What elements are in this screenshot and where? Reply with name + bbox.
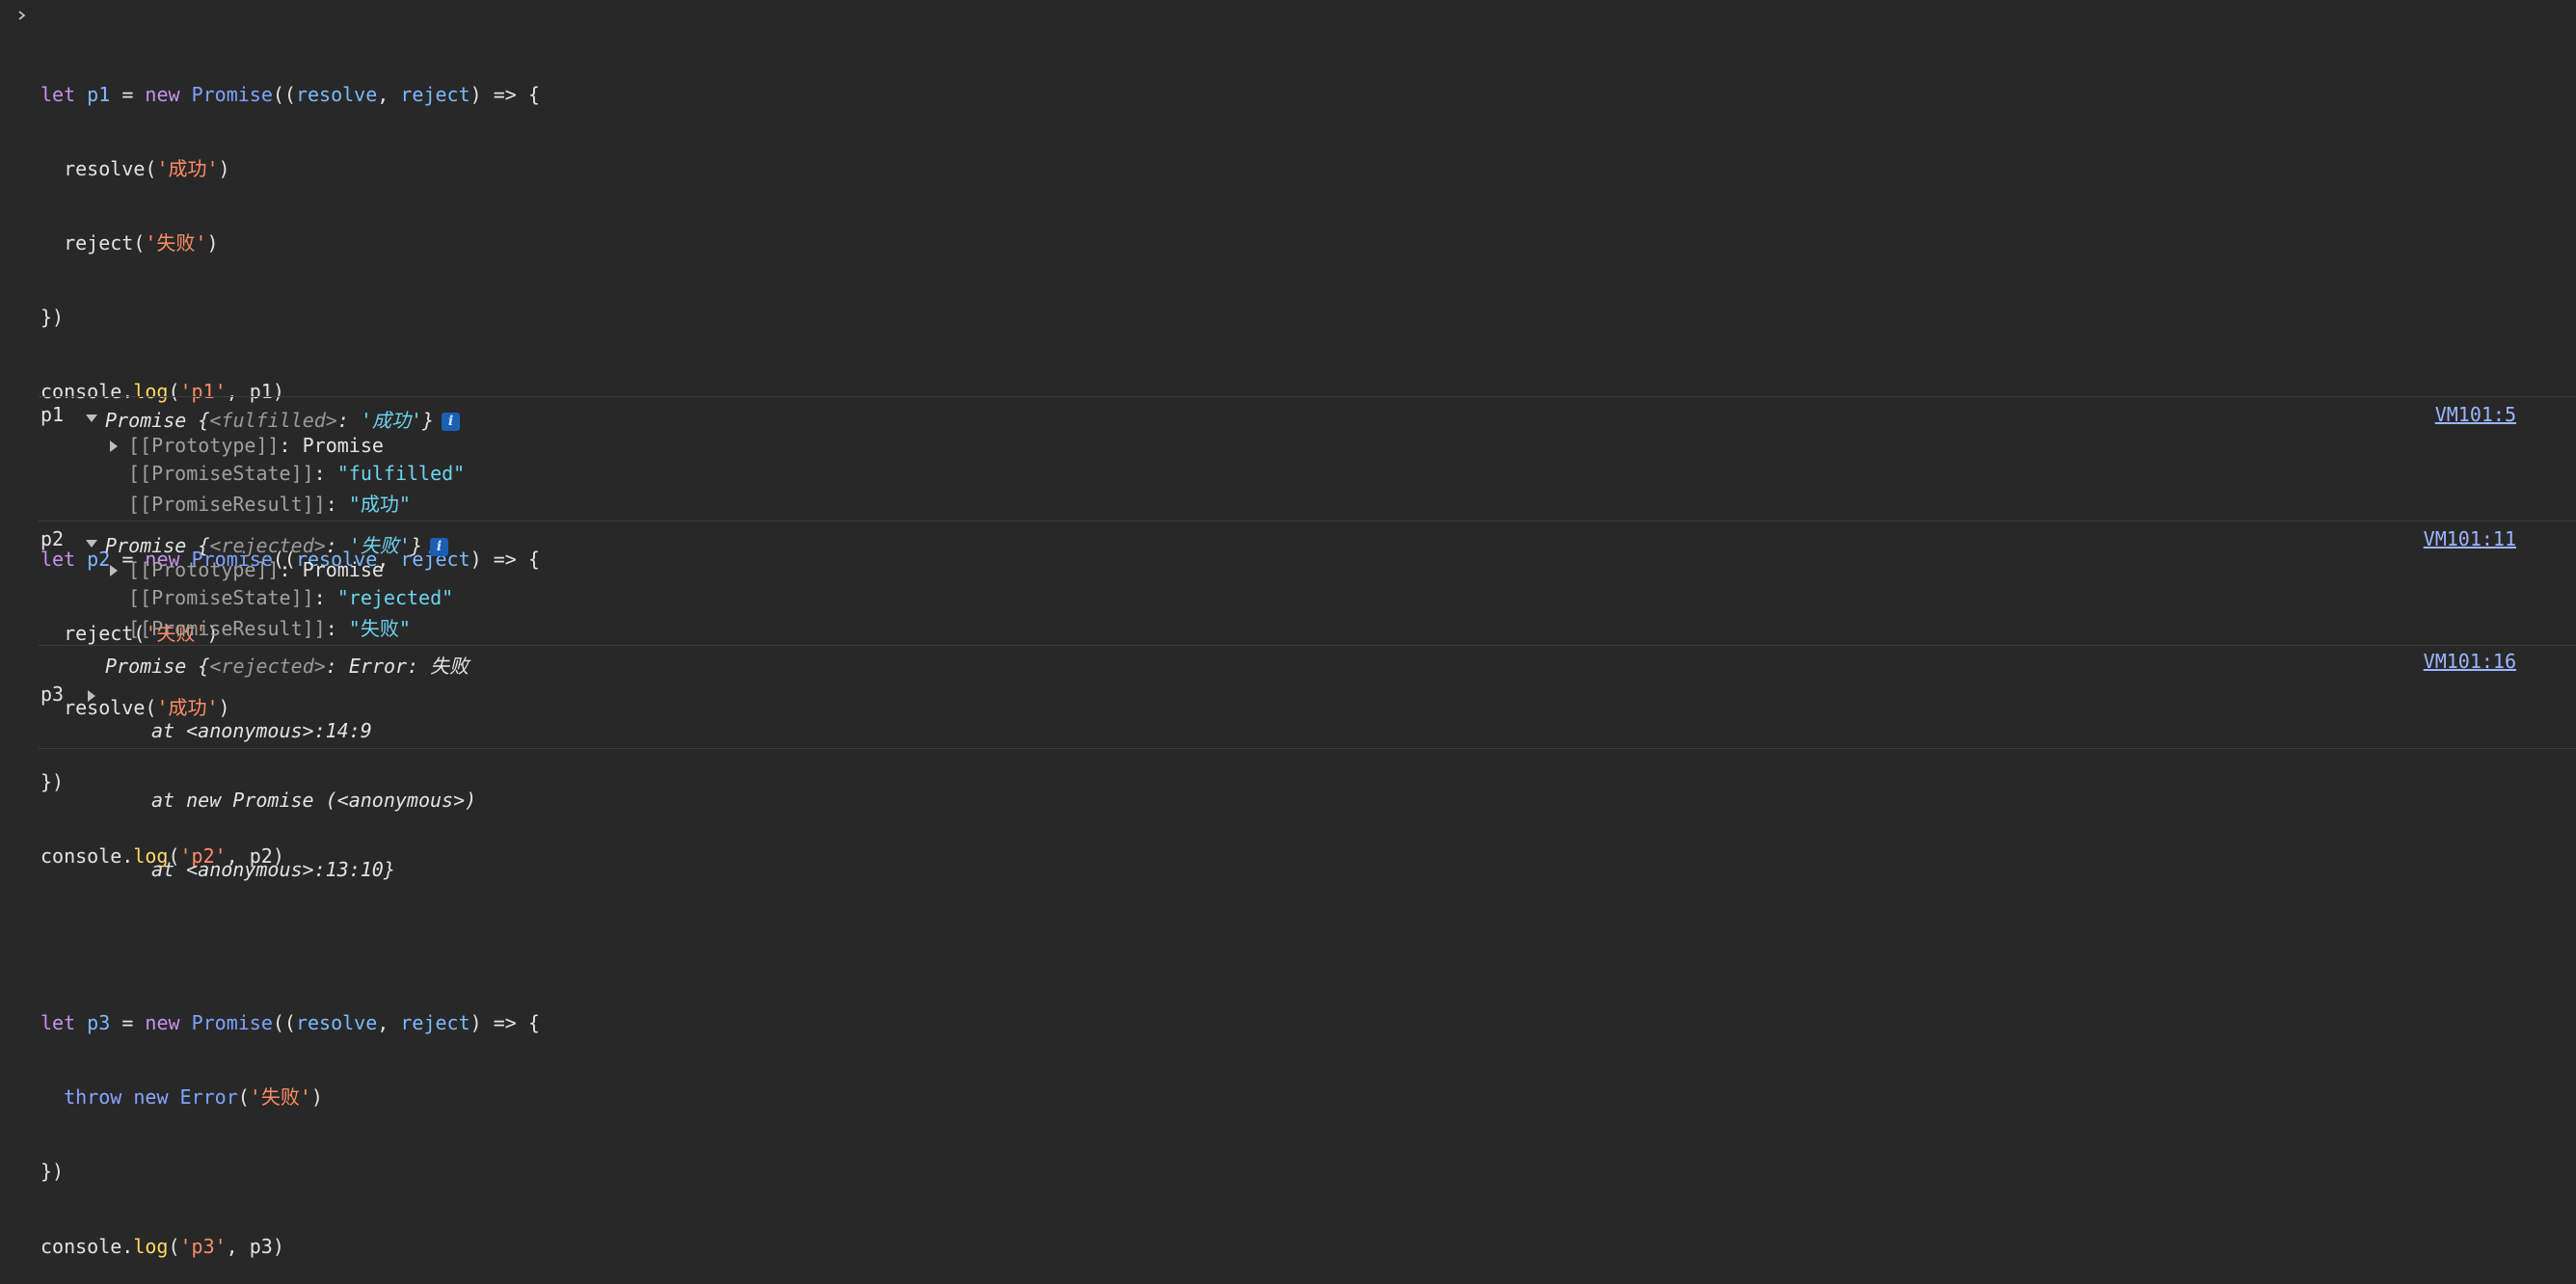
promise-result-property: [[PromiseResult]]: "失败" bbox=[128, 617, 411, 640]
log-label: p1 bbox=[40, 403, 65, 426]
prototype-property[interactable]: [[Prototype]]: Promise bbox=[128, 558, 384, 581]
row-divider bbox=[39, 396, 2576, 397]
row-divider bbox=[39, 521, 2576, 522]
console-input-code[interactable]: let p1 = new Promise((resolve, reject) =… bbox=[40, 9, 540, 1284]
log-label: p3 bbox=[40, 682, 65, 706]
info-icon[interactable]: i bbox=[430, 538, 449, 556]
code-line: }) bbox=[40, 306, 65, 330]
expand-caret-icon[interactable] bbox=[110, 441, 118, 452]
source-link[interactable]: VM101:16 bbox=[2424, 650, 2516, 673]
row-divider bbox=[39, 645, 2576, 646]
promise-summary[interactable]: Promise {<fulfilled>: '成功'} i bbox=[105, 405, 461, 433]
code-line: let p1 = new Promise((resolve, reject) =… bbox=[40, 83, 540, 107]
stack-frame: at <anonymous>:14:9 bbox=[151, 719, 372, 742]
prompt-chevron-icon bbox=[18, 11, 26, 20]
code-line: throw new Error('失败') bbox=[64, 1085, 323, 1110]
promise-result-property: [[PromiseResult]]: "成功" bbox=[128, 493, 411, 516]
code-line: }) bbox=[40, 1160, 65, 1184]
promise-state-property: [[PromiseState]]: "fulfilled" bbox=[128, 462, 466, 485]
expand-caret-icon[interactable] bbox=[88, 690, 95, 702]
promise-state-property: [[PromiseState]]: "rejected" bbox=[128, 586, 454, 609]
code-line: console.log('p3', p3) bbox=[40, 1234, 284, 1258]
code-line: reject('失败') bbox=[64, 231, 219, 255]
stack-frame: at <anonymous>:13:10} bbox=[151, 858, 395, 881]
expand-caret-icon[interactable] bbox=[86, 415, 97, 422]
source-link[interactable]: VM101:11 bbox=[2424, 527, 2516, 550]
code-line: resolve('成功') bbox=[64, 157, 230, 181]
expand-caret-icon[interactable] bbox=[86, 540, 97, 548]
error-stack: at <anonymous>:14:9 at new Promise (<ano… bbox=[151, 673, 476, 927]
code-line: let p3 = new Promise((resolve, reject) =… bbox=[40, 1011, 540, 1035]
expand-caret-icon[interactable] bbox=[110, 565, 118, 576]
log-label: p2 bbox=[40, 527, 65, 550]
stack-frame: at new Promise (<anonymous>) bbox=[151, 789, 477, 812]
promise-summary[interactable]: Promise {<rejected>: '失败'} i bbox=[105, 530, 449, 558]
prototype-property[interactable]: [[Prototype]]: Promise bbox=[128, 434, 384, 457]
code-line: console.log('p1', p1) bbox=[40, 380, 284, 404]
info-icon[interactable]: i bbox=[442, 413, 461, 431]
source-link[interactable]: VM101:5 bbox=[2435, 403, 2516, 426]
